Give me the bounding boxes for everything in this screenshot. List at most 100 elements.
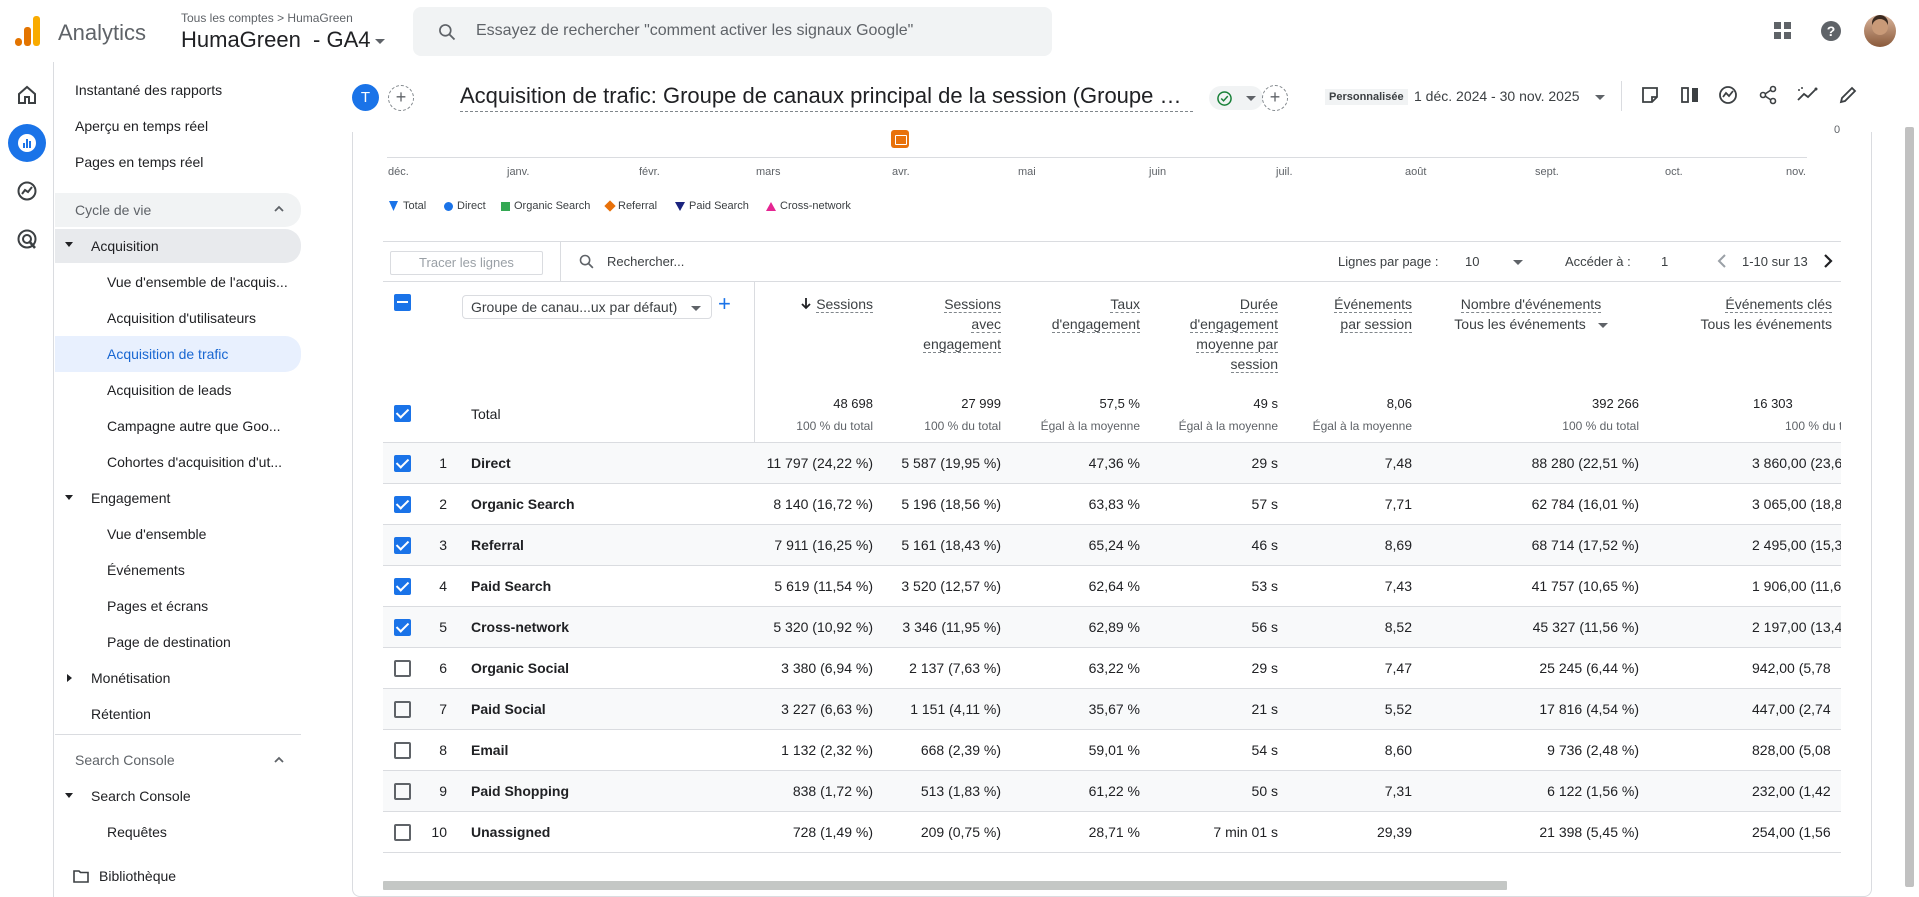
add-comparison-button[interactable]: + xyxy=(388,85,414,111)
column-header-sessions[interactable]: Sessions xyxy=(760,294,873,314)
chevron-right-icon[interactable] xyxy=(1822,253,1834,269)
nav-realtime-pages[interactable]: Pages en temps réel xyxy=(55,146,301,178)
dimension-selector[interactable]: Groupe de canau...ux par défaut) xyxy=(462,295,712,319)
chevron-left-icon[interactable] xyxy=(1716,253,1728,269)
row-checkbox[interactable] xyxy=(394,496,411,513)
legend-item-organic-search[interactable]: Organic Search xyxy=(501,200,590,212)
vertical-scrollbar[interactable] xyxy=(1905,127,1914,887)
share-icon[interactable] xyxy=(1758,85,1778,105)
legend-item-referral[interactable]: Referral xyxy=(604,200,657,212)
nav-acquisition-overview[interactable]: Vue d'ensemble de l'acquis... xyxy=(55,264,301,300)
apps-grid-icon[interactable] xyxy=(1774,22,1792,40)
plot-rows-button[interactable]: Tracer les lignes xyxy=(390,251,543,275)
row-checkbox[interactable] xyxy=(394,783,411,800)
row-metric-value: 1 132 (2,32 %) xyxy=(781,742,873,758)
nav-monetization[interactable]: Monétisation xyxy=(55,660,301,696)
legend-item-cross-network[interactable]: Cross-network xyxy=(766,200,851,212)
insights-note-icon[interactable] xyxy=(1640,85,1660,105)
total-checkbox[interactable] xyxy=(394,405,411,422)
nav-item-label: Requêtes xyxy=(107,824,167,840)
row-checkbox[interactable] xyxy=(394,742,411,759)
row-dimension-value[interactable]: Paid Search xyxy=(471,578,551,594)
nav-pages-screens[interactable]: Pages et écrans xyxy=(55,588,301,624)
breadcrumb-all-accounts[interactable]: Tous les comptes xyxy=(181,11,274,25)
column-header-key-events[interactable]: Événements clés xyxy=(1660,294,1832,314)
nav-landing-page[interactable]: Page de destination xyxy=(55,624,301,660)
nav-engagement[interactable]: Engagement xyxy=(55,480,301,516)
date-preset-label[interactable]: Personnalisée xyxy=(1325,89,1408,105)
row-dimension-value[interactable]: Cross-network xyxy=(471,619,569,635)
trending-icon[interactable] xyxy=(1797,85,1819,105)
legend-item-paid-search[interactable]: Paid Search xyxy=(675,200,749,212)
column-header-engagement-rate[interactable]: Taux d'engagement xyxy=(1010,294,1140,334)
nav-item-label: Acquisition xyxy=(91,238,159,254)
reports-icon[interactable] xyxy=(8,124,46,162)
analytics-logo-icon[interactable] xyxy=(15,16,41,46)
nav-reports-snapshot[interactable]: Instantané des rapports xyxy=(55,74,301,106)
row-dimension-value[interactable]: Email xyxy=(471,742,508,758)
row-dimension-value[interactable]: Direct xyxy=(471,455,511,471)
breadcrumb-account[interactable]: HumaGreen xyxy=(287,11,352,25)
row-checkbox[interactable] xyxy=(394,660,411,677)
user-avatar[interactable] xyxy=(1864,15,1896,47)
table-search-input[interactable]: Rechercher... xyxy=(607,254,684,269)
advertising-icon[interactable] xyxy=(8,220,46,258)
nav-user-acquisition[interactable]: Acquisition d'utilisateurs xyxy=(55,300,301,336)
help-icon[interactable]: ? xyxy=(1820,20,1842,42)
column-header-engaged-sessions[interactable]: Sessions avec engagement xyxy=(880,294,1001,354)
row-checkbox[interactable] xyxy=(394,455,411,472)
nav-user-acquisition-cohorts[interactable]: Cohortes d'acquisition d'ut... xyxy=(55,444,301,480)
horizontal-scrollbar[interactable] xyxy=(383,881,1507,890)
account-breadcrumb[interactable]: Tous les comptes > HumaGreen xyxy=(181,11,353,25)
report-title[interactable]: Acquisition de trafic: Groupe de canaux … xyxy=(460,83,1193,112)
goto-page-input[interactable]: 1 xyxy=(1661,254,1701,269)
nav-library[interactable]: Bibliothèque xyxy=(55,858,301,894)
row-dimension-value[interactable]: Paid Social xyxy=(471,701,546,717)
nav-section-lifecycle[interactable]: Cycle de vie xyxy=(55,193,301,227)
edit-pencil-icon[interactable] xyxy=(1838,85,1858,105)
compare-icon[interactable] xyxy=(1680,85,1700,105)
nav-non-google-campaign[interactable]: Campagne autre que Goo... xyxy=(55,408,301,444)
row-dimension-value[interactable]: Referral xyxy=(471,537,524,553)
row-dimension-value[interactable]: Paid Shopping xyxy=(471,783,569,799)
select-all-checkbox[interactable] xyxy=(394,294,411,311)
report-status-menu[interactable] xyxy=(1209,86,1263,110)
key-events-filter[interactable]: Tous les événements xyxy=(1660,316,1832,332)
search-icon xyxy=(439,24,456,41)
nav-realtime-overview[interactable]: Aperçu en temps réel xyxy=(55,110,301,142)
nav-events[interactable]: Événements xyxy=(55,552,301,588)
property-selector[interactable]: HumaGreen - GA4 xyxy=(181,27,385,53)
add-dimension-button[interactable]: + xyxy=(718,293,731,315)
insights-icon[interactable] xyxy=(1718,85,1738,105)
nav-queries[interactable]: Requêtes xyxy=(55,814,301,850)
row-dimension-value[interactable]: Organic Social xyxy=(471,660,569,676)
nav-traffic-acquisition[interactable]: Acquisition de trafic xyxy=(55,336,301,372)
date-range[interactable]: 1 déc. 2024 - 30 nov. 2025 xyxy=(1414,88,1606,104)
nav-section-search-console[interactable]: Search Console xyxy=(55,742,301,778)
home-icon[interactable] xyxy=(8,76,46,114)
row-checkbox[interactable] xyxy=(394,578,411,595)
nav-engagement-overview[interactable]: Vue d'ensemble xyxy=(55,516,301,552)
column-header-events-per-session[interactable]: Événements par session xyxy=(1290,294,1412,334)
nav-acquisition[interactable]: Acquisition xyxy=(55,229,301,263)
event-count-filter[interactable]: Tous les événements xyxy=(1440,316,1622,332)
explore-icon[interactable] xyxy=(8,172,46,210)
column-header-event-count[interactable]: Nombre d'événements xyxy=(1440,294,1622,314)
row-checkbox[interactable] xyxy=(394,537,411,554)
row-checkbox[interactable] xyxy=(394,619,411,636)
row-checkbox[interactable] xyxy=(394,824,411,841)
search-input[interactable]: Essayez de rechercher "comment activer l… xyxy=(413,7,1052,56)
comparison-avatar[interactable]: T xyxy=(352,84,379,111)
annotation-marker-icon[interactable] xyxy=(891,130,909,148)
nav-retention[interactable]: Rétention xyxy=(55,696,301,732)
rows-per-page-select[interactable]: 10 xyxy=(1465,254,1525,269)
nav-lead-acquisition[interactable]: Acquisition de leads xyxy=(55,372,301,408)
legend-item-direct[interactable]: Direct xyxy=(444,200,486,212)
nav-search-console[interactable]: Search Console xyxy=(55,778,301,814)
add-filter-button[interactable]: + xyxy=(1262,85,1288,111)
row-dimension-value[interactable]: Unassigned xyxy=(471,824,550,840)
row-dimension-value[interactable]: Organic Search xyxy=(471,496,575,512)
column-header-avg-engagement-time[interactable]: Durée d'engagement moyenne par session xyxy=(1150,294,1278,374)
legend-item-total[interactable]: Total xyxy=(388,200,426,212)
row-checkbox[interactable] xyxy=(394,701,411,718)
